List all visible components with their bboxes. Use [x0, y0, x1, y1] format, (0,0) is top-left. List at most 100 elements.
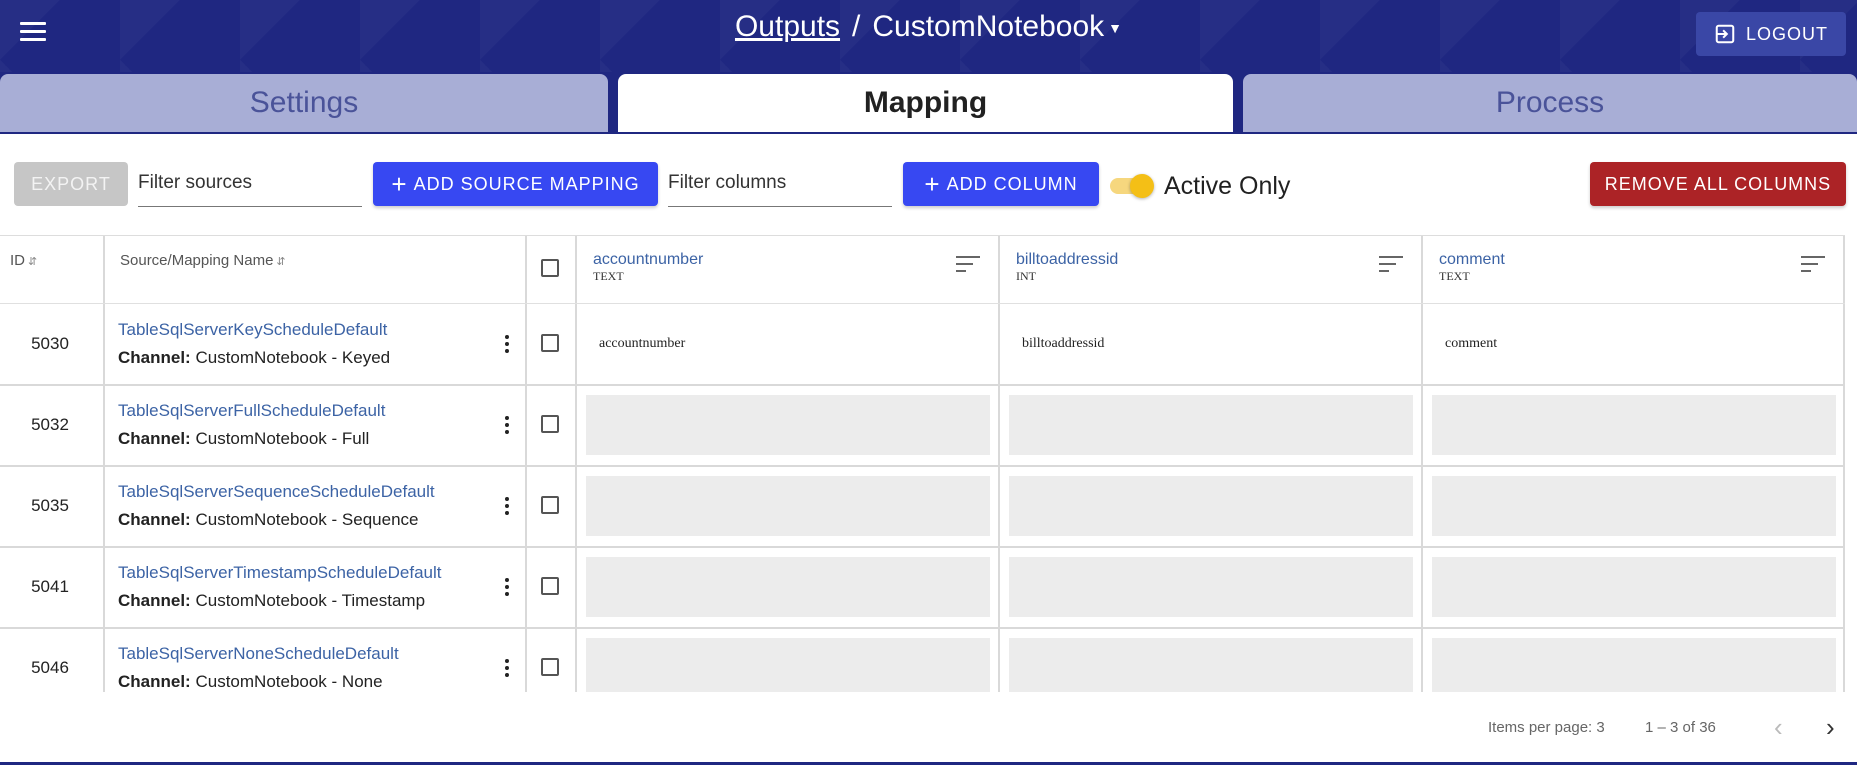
source-name-link[interactable]: TableSqlServerFullScheduleDefault — [118, 401, 385, 421]
column-name[interactable]: accountnumber — [593, 251, 703, 269]
name-cell: TableSqlServerTimestampScheduleDefault C… — [105, 547, 527, 627]
channel-text: Channel: CustomNotebook - Full — [118, 429, 370, 448]
mapping-cell[interactable] — [1000, 466, 1423, 546]
name-cell: TableSqlServerNoneScheduleDefault Channe… — [105, 628, 527, 692]
filter-columns-input[interactable] — [668, 162, 892, 194]
active-only-label: Active Only — [1164, 172, 1291, 200]
source-name-link[interactable]: TableSqlServerTimestampScheduleDefault — [118, 563, 441, 583]
mapping-cell[interactable] — [1423, 628, 1845, 692]
add-source-mapping-label: ADD SOURCE MAPPING — [413, 173, 640, 194]
plus-icon: + — [924, 169, 941, 199]
channel-text: Channel: CustomNotebook - Sequence — [118, 510, 419, 529]
mapping-cell[interactable]: billtoaddressid — [1000, 304, 1423, 384]
breadcrumb-separator: / — [852, 10, 861, 43]
items-per-page-label[interactable]: Items per page: 3 — [1488, 719, 1605, 736]
empty-mapping-slot[interactable] — [586, 476, 990, 536]
breadcrumb-current[interactable]: CustomNotebook — [872, 10, 1104, 43]
source-name-link[interactable]: TableSqlServerNoneScheduleDefault — [118, 644, 399, 664]
mapping-cell[interactable] — [577, 628, 1000, 692]
active-only-toggle[interactable] — [1110, 174, 1154, 198]
table-row: 5032 TableSqlServerFullScheduleDefault C… — [0, 385, 1845, 467]
logout-icon — [1715, 24, 1735, 44]
mapping-cell[interactable] — [1000, 547, 1423, 627]
empty-mapping-slot[interactable] — [1009, 557, 1413, 617]
table-row: 5041 TableSqlServerTimestampScheduleDefa… — [0, 547, 1845, 629]
range-label: 1 – 3 of 36 — [1645, 719, 1716, 736]
add-column-button[interactable]: + ADD COLUMN — [903, 162, 1099, 206]
column-header-accountnumber: accountnumber TEXT — [577, 236, 1000, 303]
logout-button[interactable]: LOGOUT — [1696, 12, 1846, 56]
column-name[interactable]: billtoaddressid — [1016, 251, 1118, 269]
row-checkbox[interactable] — [541, 334, 559, 352]
more-vert-icon[interactable] — [505, 659, 511, 680]
header-name-cell[interactable]: Source/Mapping Name ⇵ — [105, 236, 527, 303]
next-page-icon[interactable]: › — [1826, 714, 1835, 740]
channel-text: Channel: CustomNotebook - Timestamp — [118, 591, 426, 610]
mapping-cell[interactable] — [577, 547, 1000, 627]
mapping-cell[interactable] — [1423, 547, 1845, 627]
channel-text: Channel: CustomNotebook - None — [118, 672, 383, 691]
more-vert-icon[interactable] — [505, 416, 511, 437]
mapping-cell[interactable] — [1423, 466, 1845, 546]
mapping-cell[interactable] — [1000, 628, 1423, 692]
tab-mapping[interactable]: Mapping — [618, 74, 1233, 132]
id-cell: 5035 — [0, 466, 105, 546]
mapping-cell[interactable]: comment — [1423, 304, 1845, 384]
empty-mapping-slot[interactable] — [1432, 557, 1836, 617]
empty-mapping-slot[interactable] — [1009, 395, 1413, 455]
add-source-mapping-button[interactable]: + ADD SOURCE MAPPING — [373, 162, 658, 206]
empty-mapping-slot[interactable] — [1432, 476, 1836, 536]
source-name-link[interactable]: TableSqlServerKeyScheduleDefault — [118, 320, 387, 340]
column-header-billtoaddressid: billtoaddressid INT — [1000, 236, 1423, 303]
row-id: 5041 — [31, 577, 69, 596]
mapping-cell[interactable]: accountnumber — [577, 304, 1000, 384]
column-name[interactable]: comment — [1439, 251, 1505, 269]
add-column-label: ADD COLUMN — [946, 173, 1078, 194]
mapping-value: billtoaddressid — [1022, 336, 1105, 351]
filter-sources-field — [138, 162, 362, 207]
empty-mapping-slot[interactable] — [1009, 476, 1413, 536]
table-header-row: ID ⇵ Source/Mapping Name ⇵ accountnumber T… — [0, 236, 1845, 304]
id-cell: 5032 — [0, 385, 105, 465]
select-all-checkbox[interactable] — [541, 259, 559, 277]
export-button[interactable]: EXPORT — [14, 162, 128, 206]
more-vert-icon[interactable] — [505, 497, 511, 518]
empty-mapping-slot[interactable] — [586, 557, 990, 617]
filter-list-icon[interactable] — [1801, 256, 1825, 274]
row-checkbox[interactable] — [541, 658, 559, 676]
row-checkbox[interactable] — [541, 496, 559, 514]
mapping-cell[interactable] — [1000, 385, 1423, 465]
filter-list-icon[interactable] — [1379, 256, 1403, 274]
column-type: TEXT — [593, 269, 624, 283]
mapping-cell[interactable] — [577, 385, 1000, 465]
table-row: 5035 TableSqlServerSequenceScheduleDefau… — [0, 466, 1845, 548]
mapping-cell[interactable] — [577, 466, 1000, 546]
empty-mapping-slot[interactable] — [1432, 638, 1836, 692]
tab-settings[interactable]: Settings — [0, 74, 608, 132]
previous-page-icon[interactable]: ‹ — [1774, 714, 1783, 740]
caret-down-icon[interactable]: ▼ — [1108, 20, 1122, 36]
name-cell: TableSqlServerFullScheduleDefault Channe… — [105, 385, 527, 465]
filter-list-icon[interactable] — [956, 256, 980, 274]
empty-mapping-slot[interactable] — [586, 395, 990, 455]
filter-sources-input[interactable] — [138, 162, 362, 194]
empty-mapping-slot[interactable] — [1432, 395, 1836, 455]
breadcrumb-outputs-link[interactable]: Outputs — [735, 10, 840, 43]
more-vert-icon[interactable] — [505, 335, 511, 356]
mapping-table: ID ⇵ Source/Mapping Name ⇵ accountnumber T… — [0, 235, 1845, 692]
row-id: 5035 — [31, 496, 69, 515]
more-vert-icon[interactable] — [505, 578, 511, 599]
row-checkbox[interactable] — [541, 577, 559, 595]
mapping-cell[interactable] — [1423, 385, 1845, 465]
name-cell: TableSqlServerKeyScheduleDefault Channel… — [105, 304, 527, 384]
tab-process[interactable]: Process — [1243, 74, 1857, 132]
remove-all-columns-button[interactable]: REMOVE ALL COLUMNS — [1590, 162, 1846, 206]
checkbox-cell — [527, 304, 577, 384]
paginator: Items per page: 3 1 – 3 of 36 ‹ › — [0, 700, 1857, 758]
source-name-link[interactable]: TableSqlServerSequenceScheduleDefault — [118, 482, 435, 502]
empty-mapping-slot[interactable] — [586, 638, 990, 692]
header-id-cell[interactable]: ID ⇵ — [0, 236, 105, 303]
row-checkbox[interactable] — [541, 415, 559, 433]
column-type: INT — [1016, 269, 1036, 283]
empty-mapping-slot[interactable] — [1009, 638, 1413, 692]
